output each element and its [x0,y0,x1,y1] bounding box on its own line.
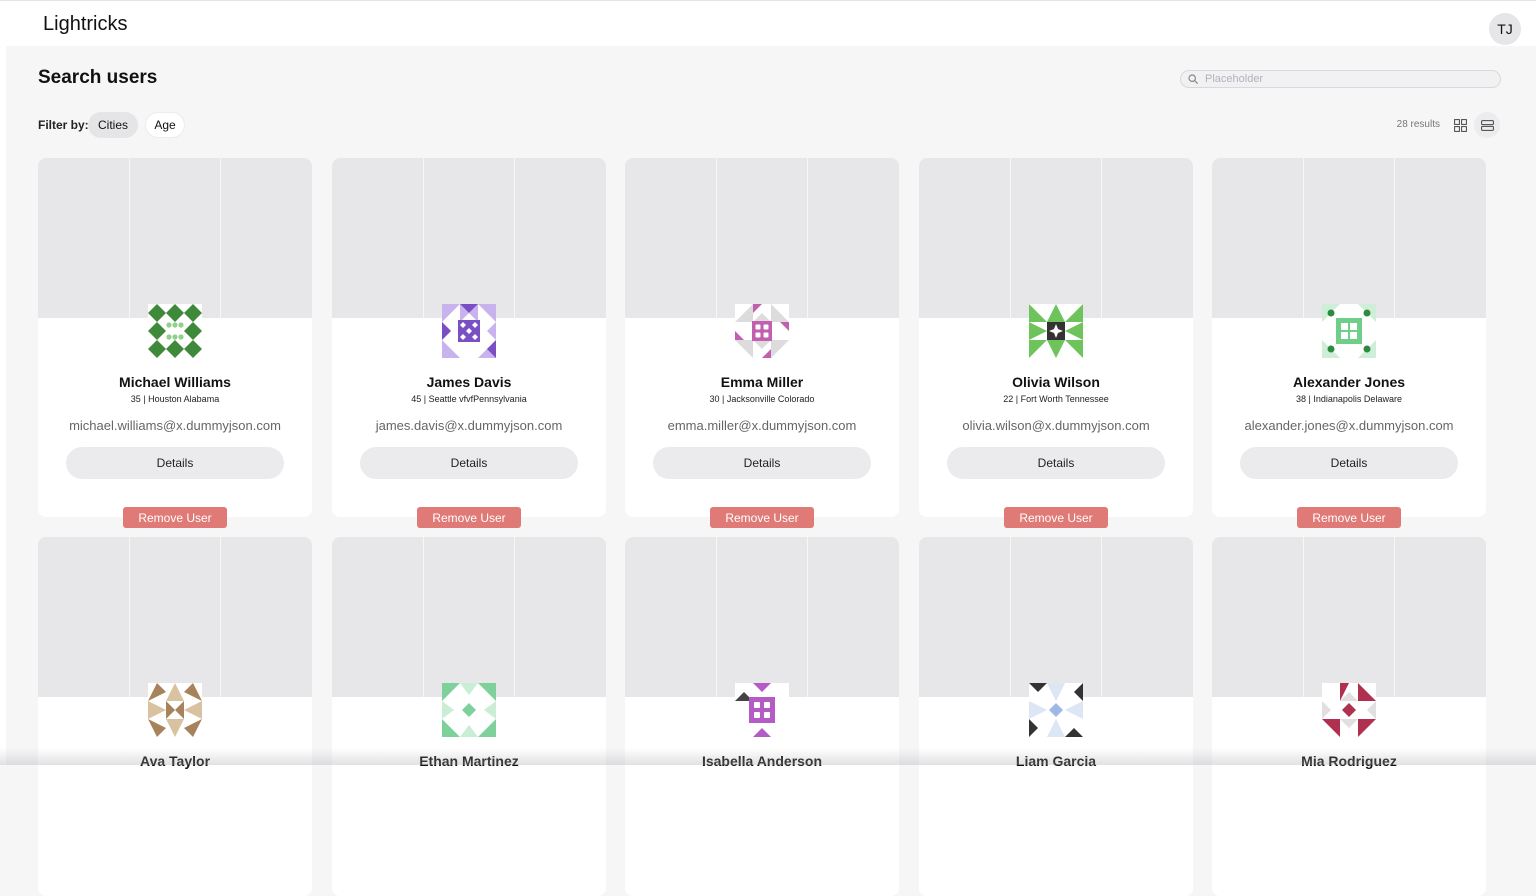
details-button[interactable]: Details [66,447,284,479]
page-title: Search users [38,67,158,88]
user-avatar[interactable]: TJ [1489,13,1521,45]
user-name: Michael Williams [119,374,231,390]
user-name: Emma Miller [720,374,804,390]
user-age-location: 22 | Fort Worth Tennessee [1003,394,1109,404]
filter-label: Filter by: [38,118,89,132]
user-age-location: 30 | Jacksonville Colorado [709,394,815,404]
identicon-avatar [735,304,789,358]
user-name: Olivia Wilson [1012,374,1100,390]
remove-user-button[interactable]: Remove User [417,507,521,528]
details-button[interactable]: Details [653,447,871,479]
user-card: Alexander Jones 38 | Indianapolis Delawa… [1212,158,1486,528]
search-box[interactable] [1180,70,1501,88]
card-cover [332,158,606,318]
user-card: Michael Williams 35 | Houston Alabama mi… [38,158,312,528]
user-age-location: 38 | Indianapolis Delaware [1296,394,1402,404]
user-card: Olivia Wilson 22 | Fort Worth Tennessee … [919,158,1193,528]
user-email: olivia.wilson@x.dummyjson.com [962,418,1150,433]
identicon-avatar [148,683,202,737]
identicon-avatar [735,683,789,737]
top-bar: Lightricks TJ [0,0,1536,46]
search-icon [1188,74,1198,84]
user-card: Liam Garcia [919,537,1193,896]
user-card: Mia Rodriguez [1212,537,1486,896]
identicon-avatar [442,683,496,737]
card-cover [625,537,899,697]
user-email: alexander.jones@x.dummyjson.com [1244,418,1454,433]
details-button[interactable]: Details [1240,447,1458,479]
card-cover [1212,537,1486,697]
card-cover [919,158,1193,318]
list-view-icon [1480,119,1494,131]
app-title: Lightricks [43,13,128,35]
user-card: Ethan Martinez [332,537,606,896]
results-count: 28 results [1396,119,1440,130]
user-card: Emma Miller 30 | Jacksonville Colorado e… [625,158,899,528]
filter-chip-cities[interactable]: Cities [88,112,138,138]
filter-chip-age[interactable]: Age [145,112,185,138]
grid-view-button[interactable] [1447,112,1473,138]
details-button[interactable]: Details [360,447,578,479]
list-view-button[interactable] [1474,112,1500,138]
identicon-avatar [1322,304,1376,358]
card-cover [1212,158,1486,318]
remove-user-button[interactable]: Remove User [710,507,814,528]
identicon-avatar [1029,304,1083,358]
user-card: James Davis 45 | Seattle vfvfPennsylvani… [332,158,606,528]
card-cover [919,537,1193,697]
card-cover [332,537,606,697]
user-name: James Davis [426,374,512,390]
user-email: emma.miller@x.dummyjson.com [667,418,857,433]
identicon-avatar [148,304,202,358]
grid-view-icon [1453,118,1467,132]
card-cover [38,537,312,697]
left-edge [0,46,6,765]
user-age-location: 45 | Seattle vfvfPennsylvania [411,394,527,404]
identicon-avatar [1322,683,1376,737]
card-cover [38,158,312,318]
identicon-avatar [442,304,496,358]
user-email: james.davis@x.dummyjson.com [375,418,563,433]
identicon-avatar [1029,683,1083,737]
user-email: michael.williams@x.dummyjson.com [69,418,281,433]
user-name: Alexander Jones [1292,374,1406,390]
remove-user-button[interactable]: Remove User [1297,507,1401,528]
details-button[interactable]: Details [947,447,1165,479]
user-card: Isabella Anderson [625,537,899,896]
user-age-location: 35 | Houston Alabama [130,394,220,404]
search-input[interactable] [1205,71,1495,87]
remove-user-button[interactable]: Remove User [123,507,227,528]
bottom-fade [0,748,1536,765]
remove-user-button[interactable]: Remove User [1004,507,1108,528]
card-cover [625,158,899,318]
user-card: Ava Taylor [38,537,312,896]
